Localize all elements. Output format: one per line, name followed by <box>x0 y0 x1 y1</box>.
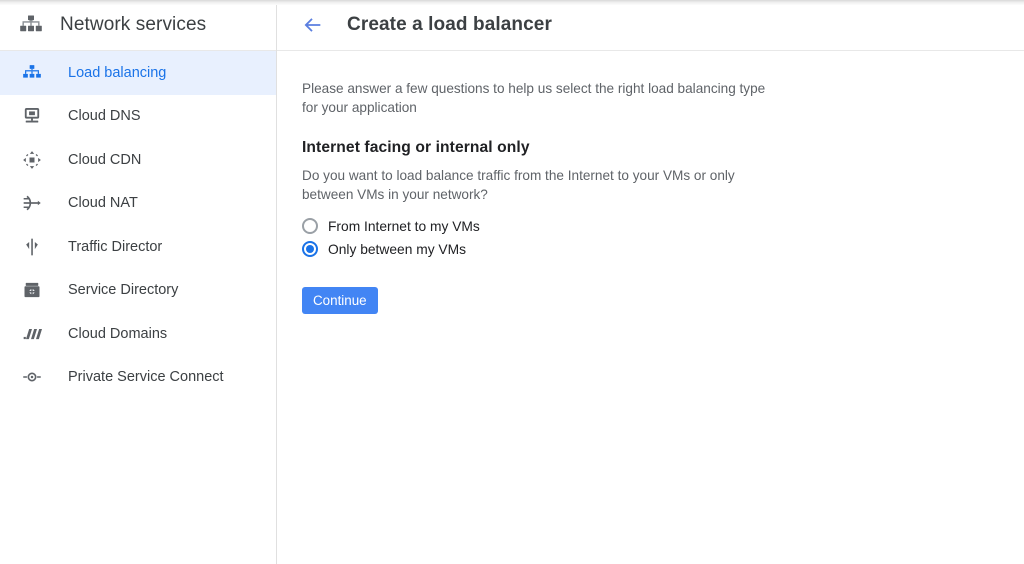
sidebar-item-label: Load balancing <box>68 64 167 81</box>
sidebar-item-service-directory[interactable]: Service Directory <box>0 269 276 313</box>
sidebar-item-cloud-domains[interactable]: Cloud Domains <box>0 312 276 356</box>
service-directory-icon <box>21 279 43 301</box>
sidebar-item-private-service-connect[interactable]: Private Service Connect <box>0 356 276 400</box>
cloud-cdn-icon <box>21 149 43 171</box>
network-hierarchy-icon <box>18 12 44 38</box>
lb-scope-radio-group: From Internet to my VMs Only between my … <box>302 217 1024 258</box>
cloud-domains-icon <box>21 323 43 345</box>
sidebar-item-cloud-dns[interactable]: Cloud DNS <box>0 95 276 139</box>
main-panel: Create a load balancer Please answer a f… <box>277 0 1024 564</box>
sidebar-item-label: Traffic Director <box>68 238 163 255</box>
page-title: Create a load balancer <box>347 14 552 35</box>
sidebar-header: Network services <box>0 0 276 51</box>
main-content: Please answer a few questions to help us… <box>277 51 1024 314</box>
radio-mark-icon <box>302 241 318 257</box>
sidebar-item-label: Cloud CDN <box>68 151 142 168</box>
sidebar-item-label: Service Directory <box>68 282 179 299</box>
radio-from-internet-to-my-vms[interactable]: From Internet to my VMs <box>302 217 1024 235</box>
sidebar-nav: Load balancing Cloud DNS Cloud CDN Cloud… <box>0 51 276 399</box>
sidebar-item-cloud-cdn[interactable]: Cloud CDN <box>0 138 276 182</box>
sidebar-title: Network services <box>60 14 207 35</box>
main-header: Create a load balancer <box>277 0 1024 51</box>
sidebar-item-label: Private Service Connect <box>68 369 224 386</box>
sidebar-item-load-balancing[interactable]: Load balancing <box>0 51 276 95</box>
radio-mark-icon <box>302 218 318 234</box>
back-arrow-icon[interactable] <box>299 11 327 39</box>
radio-label: From Internet to my VMs <box>328 218 480 234</box>
application-window: Network services Load balancing Cloud DN… <box>0 0 1024 564</box>
continue-button[interactable]: Continue <box>302 287 378 314</box>
radio-label: Only between my VMs <box>328 241 467 257</box>
cloud-nat-icon <box>21 192 43 214</box>
sidebar-item-traffic-director[interactable]: Traffic Director <box>0 225 276 269</box>
cloud-dns-icon <box>21 105 43 127</box>
sidebar-item-label: Cloud NAT <box>68 195 138 212</box>
sidebar-item-label: Cloud Domains <box>68 325 168 342</box>
load-balancing-icon <box>21 62 43 84</box>
sidebar: Network services Load balancing Cloud DN… <box>0 0 277 564</box>
private-service-connect-icon <box>21 366 43 388</box>
sidebar-item-cloud-nat[interactable]: Cloud NAT <box>0 182 276 226</box>
section-title: Internet facing or internal only <box>302 139 530 156</box>
traffic-director-icon <box>21 236 43 258</box>
intro-text: Please answer a few questions to help us… <box>302 81 766 115</box>
section-description: Do you want to load balance traffic from… <box>302 168 735 202</box>
sidebar-item-label: Cloud DNS <box>68 108 141 125</box>
radio-only-between-my-vms[interactable]: Only between my VMs <box>302 240 1024 258</box>
